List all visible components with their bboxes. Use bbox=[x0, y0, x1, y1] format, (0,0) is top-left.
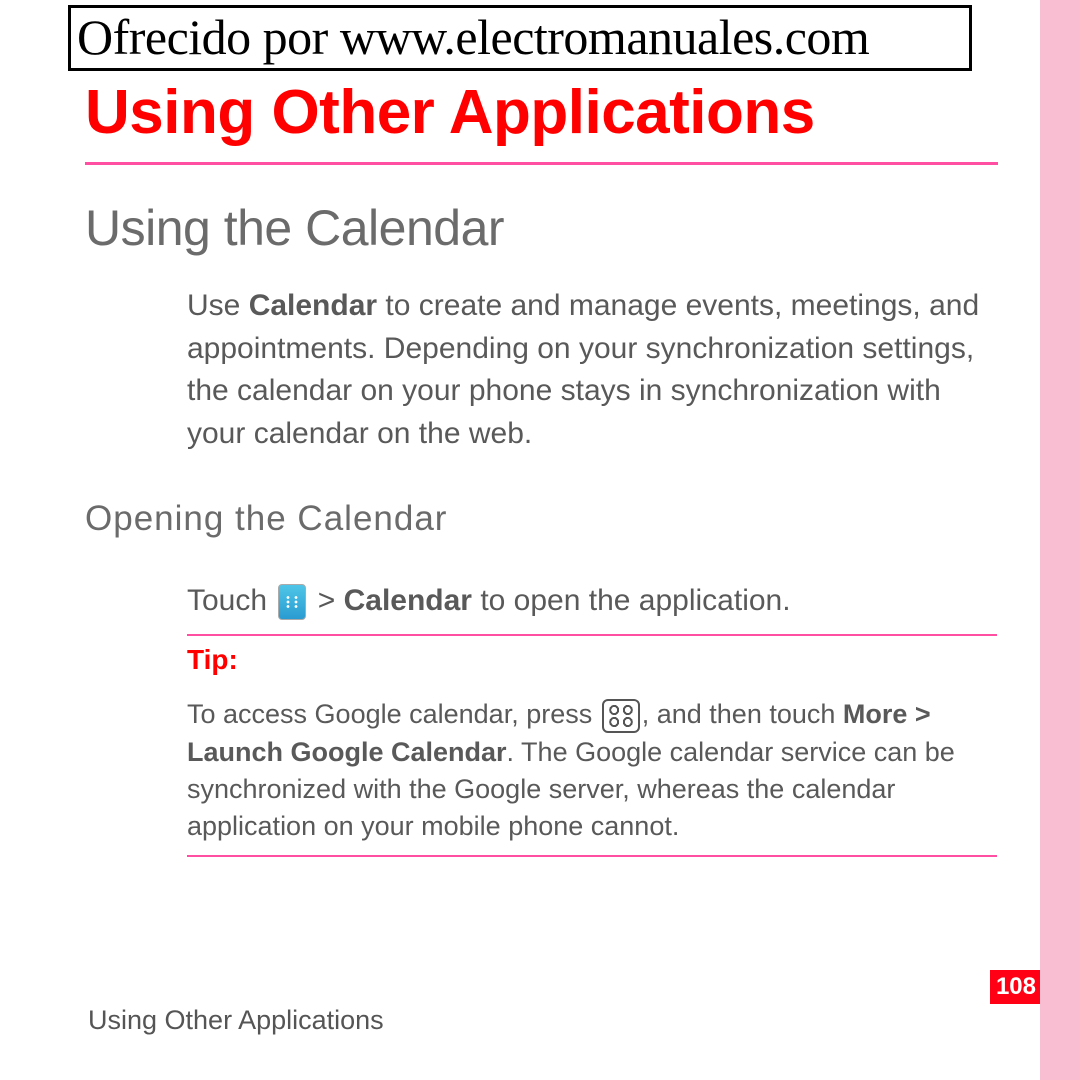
open-calendar-line: Touch > Calendar to open the application… bbox=[187, 581, 955, 620]
page-number: 108 bbox=[990, 970, 1040, 1004]
tip-label: Tip: bbox=[187, 644, 955, 676]
watermark-text: Ofrecido por www.electromanuales.com bbox=[77, 8, 963, 66]
footer-text: Using Other Applications bbox=[88, 1005, 384, 1036]
chapter-title: Using Other Applications bbox=[85, 77, 955, 148]
page: Ofrecido por www.electromanuales.com Usi… bbox=[0, 0, 1040, 1080]
right-color-bar bbox=[1040, 0, 1080, 1080]
section-title: Using the Calendar bbox=[85, 199, 955, 257]
tip-body: To access Google calendar, press , and t… bbox=[187, 696, 997, 845]
apps-grid-icon bbox=[278, 584, 306, 620]
intro-bold: Calendar bbox=[249, 289, 377, 322]
tip-mid: , and then touch bbox=[642, 699, 843, 729]
tip-top-divider bbox=[187, 634, 997, 636]
chapter-divider bbox=[85, 162, 998, 165]
menu-icon bbox=[602, 699, 640, 733]
tip-bottom-divider bbox=[187, 855, 997, 857]
touch-post: to open the application. bbox=[472, 584, 791, 617]
touch-bold: Calendar bbox=[344, 584, 472, 617]
subsection-title: Opening the Calendar bbox=[85, 499, 955, 539]
touch-pre: Touch bbox=[187, 584, 275, 617]
intro-pre: Use bbox=[187, 289, 249, 322]
touch-mid: > bbox=[309, 584, 343, 617]
watermark-box: Ofrecido por www.electromanuales.com bbox=[68, 5, 972, 71]
tip-pre: To access Google calendar, press bbox=[187, 699, 600, 729]
intro-paragraph: Use Calendar to create and manage events… bbox=[187, 285, 997, 455]
content: Using Other Applications Using the Calen… bbox=[0, 77, 1040, 857]
